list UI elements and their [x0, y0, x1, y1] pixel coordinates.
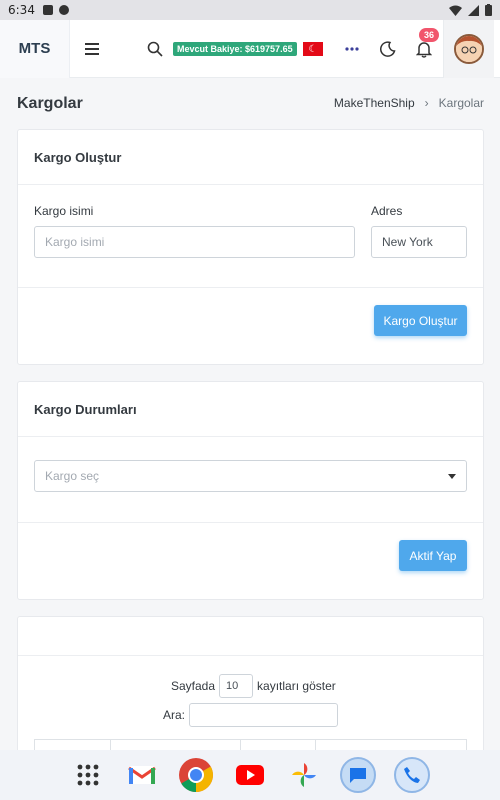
youtube-icon [236, 765, 264, 785]
photos-app[interactable] [286, 757, 322, 793]
table-card-header [18, 617, 483, 656]
address-input[interactable] [371, 226, 467, 258]
brand-logo[interactable]: MTS [0, 19, 70, 78]
taskbar [0, 750, 500, 800]
shipping-name-label: Kargo isimi [34, 204, 94, 218]
create-card-footer: Kargo Oluştur [18, 287, 483, 364]
create-card-title: Kargo Oluştur [18, 130, 483, 185]
avatar [454, 34, 484, 64]
table-search-label: Ara: [163, 708, 186, 722]
page-length-suffix: kayıtları göster [257, 679, 336, 693]
shipping-name-input[interactable] [34, 226, 355, 258]
create-shipping-button[interactable]: Kargo Oluştur [374, 305, 467, 336]
shipping-table-card: Sayfada kayıtları göster Ara: [17, 616, 484, 766]
menu-toggle-button[interactable] [70, 20, 114, 78]
sim-icon [42, 5, 53, 15]
top-navbar: MTS Mevcut Bakiye: $619757.65 ☾ 36 [0, 19, 500, 78]
address-label: Adres [371, 204, 403, 218]
youtube-app[interactable] [232, 757, 268, 793]
page-length-control: Sayfada kayıtları göster [171, 674, 336, 698]
chrome-icon [179, 758, 213, 792]
user-menu-button[interactable] [443, 20, 494, 78]
status-card-title: Kargo Durumları [18, 382, 483, 437]
activate-button[interactable]: Aktif Yap [399, 540, 467, 571]
table-search-control: Ara: [163, 703, 339, 727]
more-button[interactable] [340, 37, 364, 61]
shipping-select[interactable]: Kargo seç [34, 460, 467, 492]
notification-count-badge: 36 [419, 28, 440, 42]
chevron-down-icon [448, 473, 456, 479]
page-title: Kargolar [17, 95, 83, 112]
gmail-icon [128, 766, 156, 784]
create-shipping-card: Kargo Oluştur Kargo isimi Adres Kargo Ol… [17, 129, 484, 365]
more-dots-icon [345, 47, 359, 51]
language-flag-button[interactable]: ☾ [303, 42, 323, 56]
photos-icon [292, 763, 316, 787]
hamburger-icon [85, 42, 99, 55]
app-drawer-button[interactable] [70, 757, 106, 793]
theme-toggle-button[interactable] [376, 37, 400, 61]
gmail-app[interactable] [124, 757, 160, 793]
search-icon [147, 41, 163, 57]
breadcrumb-home-link[interactable]: MakeThenShip [334, 96, 415, 110]
signal-icon [468, 4, 479, 16]
breadcrumb-separator-icon: › [424, 96, 429, 110]
messages-app[interactable] [340, 757, 376, 793]
battery-icon [485, 4, 492, 16]
phone-app[interactable] [394, 757, 430, 793]
sync-icon [58, 5, 69, 15]
status-bar: 6:34 [0, 0, 500, 20]
status-time: 6:34 [8, 3, 35, 17]
moon-icon [380, 41, 396, 57]
bell-icon [416, 42, 432, 58]
page-length-prefix: Sayfada [171, 679, 216, 693]
shipping-select-placeholder: Kargo seç [45, 469, 100, 483]
shipping-status-card: Kargo Durumları Kargo seç Aktif Yap [17, 381, 484, 600]
turkey-flag-icon: ☾ [308, 43, 318, 55]
chrome-app[interactable] [178, 757, 214, 793]
balance-badge: Mevcut Bakiye: $619757.65 [173, 42, 297, 56]
messages-icon [350, 768, 366, 783]
wifi-icon [449, 5, 462, 16]
app-drawer-icon [77, 764, 99, 786]
search-button[interactable] [143, 37, 167, 61]
page-length-input[interactable] [219, 674, 254, 698]
table-search-input[interactable] [189, 703, 339, 727]
breadcrumb: MakeThenShip › Kargolar [334, 96, 484, 110]
phone-icon [404, 767, 420, 783]
breadcrumb-current: Kargolar [438, 96, 484, 110]
status-card-footer: Aktif Yap [18, 522, 483, 599]
